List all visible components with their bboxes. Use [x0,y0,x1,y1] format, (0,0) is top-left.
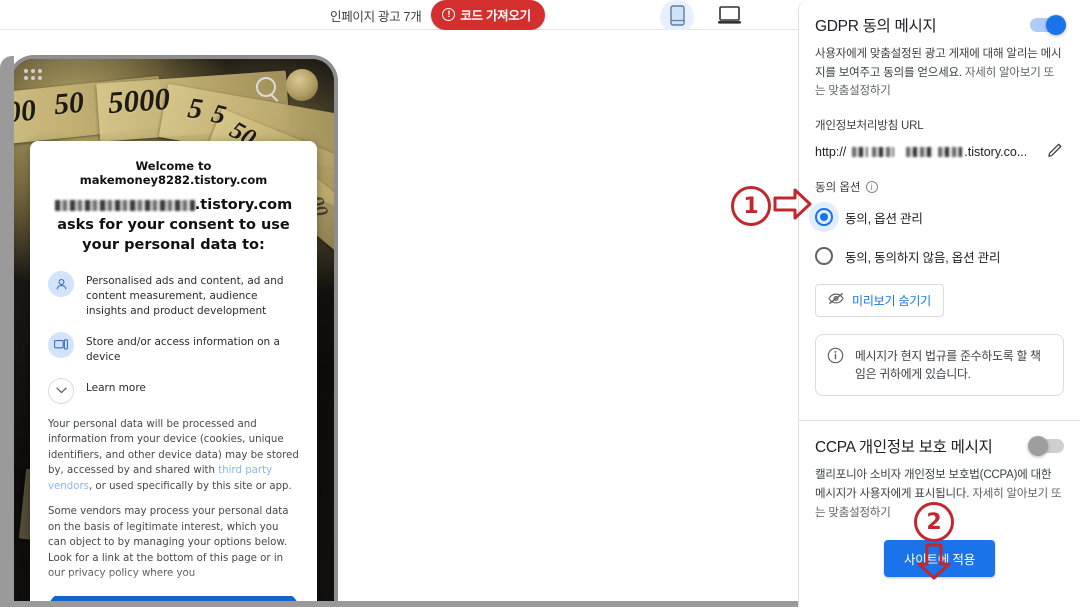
info-circle-icon: ! [442,8,456,21]
frame-left-edge [0,56,14,607]
frame-bottom-edge [0,601,800,607]
ccpa-section: CCPA 개인정보 보호 메시지 캘리포니아 소비자 개인정보 보호법(CCPA… [799,421,1080,583]
ccpa-header: CCPA 개인정보 보호 메시지 [815,435,1064,457]
radio-focus-halo [809,202,839,233]
consent-option-label-row: 동의 옵션 i [815,179,1064,195]
radio-option-2-label: 동의, 동의하지 않음, 옵션 관리 [845,250,1001,265]
device-icon [48,331,74,358]
mobile-device-button[interactable] [660,0,694,34]
gdpr-toggle[interactable] [1030,15,1066,35]
ccpa-description: 캘리포니아 소비자 개인정보 보호법(CCPA)에 대한 메시지가 사용자에게 … [815,466,1064,522]
ad-count-label: 인페이지 광고 7개 [330,9,422,24]
consent-purpose-label: Store and/or access information on a dev… [86,335,280,363]
get-code-label: 코드 가져오기 [460,9,531,23]
phone-screen: 00 50 5000 5 5 50 5 00 Welcome to makemo… [12,59,334,607]
consent-paragraph: Your personal data will be processed and… [48,417,299,495]
consent-purpose-label: Personalised ads and content, ad and con… [86,275,284,317]
consent-body-text: Your personal data will be processed and… [48,417,299,582]
radio-option-1-label: 동의, 옵션 관리 [845,211,923,226]
redacted-url [852,146,869,157]
ccpa-toggle[interactable] [1028,436,1064,457]
chevron-down-icon [48,377,74,404]
hide-preview-label: 미리보기 숨기기 [852,293,932,308]
desktop-device-icon [717,6,741,28]
redacted-url [872,146,895,157]
consent-welcome-text: Welcome to makemoney8282.tistory.com [79,159,268,187]
consent-headline: .tistory.com asks for your consent to us… [48,195,299,255]
url-prefix: http:// [815,144,847,159]
consent-paragraph-part-2: , or used specifically by this site or a… [88,480,292,492]
consent-purpose-item: Personalised ads and content, ad and con… [48,271,299,319]
consent-paragraph: Some vendors may process your personal d… [48,506,289,580]
info-icon[interactable]: i [865,180,878,193]
consent-option-row-2[interactable]: 동의, 동의하지 않음, 옵션 관리 [815,247,1064,266]
toggle-knob [1028,436,1048,457]
info-circle-icon [827,347,844,369]
privacy-url-label: 개인정보처리방침 URL [815,119,924,132]
eye-off-icon [828,292,844,308]
apply-to-site-button[interactable]: 사이트에 적용 [883,540,996,578]
compliance-notice-text: 메시지가 현지 법규를 준수하도록 할 책임은 귀하에게 있습니다. [855,348,1041,382]
get-code-button[interactable]: ! 코드 가져오기 [431,0,545,30]
ccpa-title: CCPA 개인정보 보호 메시지 [815,439,993,457]
redacted-domain [54,200,195,211]
apply-button-wrap: 사이트에 적용 [815,540,1064,578]
radio-option-1[interactable] [809,202,839,233]
hide-preview-button[interactable]: 미리보기 숨기기 [815,283,945,317]
preview-toolbar: 인페이지 광고 7개 ! 코드 가져오기 [0,0,800,34]
avatar[interactable] [286,69,318,101]
compliance-notice: 메시지가 현지 법규를 준수하도록 할 책임은 귀하에게 있습니다. [815,333,1064,397]
device-toggle-group [660,0,746,34]
consent-learn-more-row[interactable]: Learn more [48,377,299,404]
gdpr-header: GDPR 동의 메시지 [815,14,1066,36]
consent-learn-more-label: Learn more [86,381,146,394]
privacy-url-row: http:// .tistory.co... [815,141,1064,163]
screenshot-root: 인페이지 광고 7개 ! 코드 가져오기 00 50 5000 5 5 50 0… [0,0,1080,607]
gdpr-section: GDPR 동의 메시지 사용자에게 맞춤설정된 광고 게재에 대해 알리는 메시… [799,0,1080,402]
consent-purpose-item: Store and/or access information on a dev… [48,331,299,365]
status-dots [24,69,46,80]
gdpr-description: 사용자에게 맞춤설정된 광고 게재에 대해 알리는 메시지를 보여주고 동의를 … [815,45,1064,101]
consent-option-label: 동의 옵션 [815,181,861,194]
consent-option-row-1[interactable]: 동의, 옵션 관리 [809,202,1064,233]
desktop-device-button[interactable] [712,0,746,34]
message-preview-area: 00 50 5000 5 5 50 5 00 Welcome to makemo… [0,30,800,607]
toggle-knob [1046,15,1066,35]
redacted-url [938,146,963,157]
pencil-icon[interactable] [1047,141,1064,163]
gdpr-title: GDPR 동의 메시지 [815,18,937,35]
radio-option-2[interactable] [815,247,833,266]
privacy-url-value: http:// .tistory.co... [815,145,1027,159]
redacted-url [906,146,935,157]
phone-mockup-frame: 00 50 5000 5 5 50 5 00 Welcome to makemo… [8,55,338,607]
url-suffix: .tistory.co... [964,144,1028,159]
toolbar-left-group: 인페이지 광고 7개 ! 코드 가져오기 [330,0,545,30]
mobile-device-icon [669,5,685,29]
search-icon[interactable] [256,77,276,97]
consent-dialog: Welcome to makemoney8282.tistory.com .ti… [30,141,317,607]
settings-panel: GDPR 동의 메시지 사용자에게 맞춤설정된 광고 게재에 대해 알리는 메시… [798,0,1080,607]
person-icon [48,271,74,297]
